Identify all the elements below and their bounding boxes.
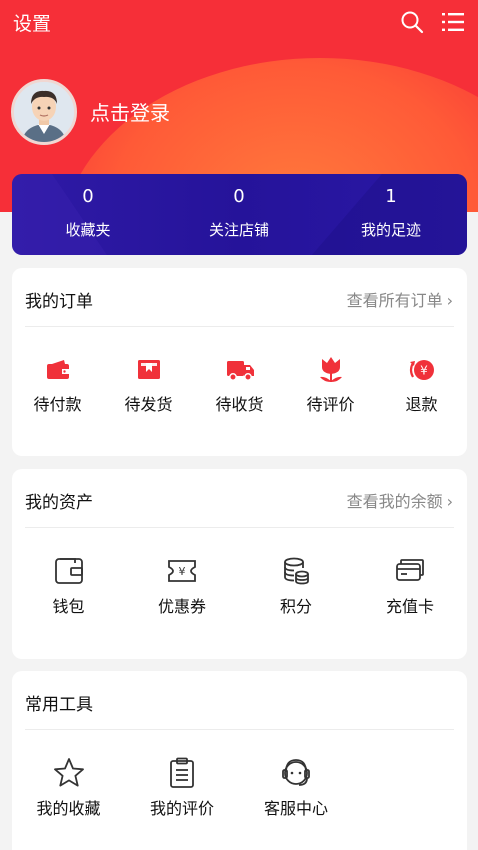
order-pending-receipt[interactable]: 待收货 xyxy=(194,352,285,422)
tool-customer-service[interactable]: 客服中心 xyxy=(239,755,353,831)
card-icon xyxy=(392,553,428,589)
top-bar: 设置 xyxy=(0,0,478,44)
tools-card: 常用工具 我的收藏 我的评价 客服中心 xyxy=(12,671,467,850)
order-pending-review[interactable]: 待评价 xyxy=(285,352,376,422)
stat-footprints[interactable]: 1 我的足迹 xyxy=(315,174,467,255)
wallet-outline-icon xyxy=(51,553,87,589)
tool-my-reviews[interactable]: 我的评价 xyxy=(125,755,239,831)
orders-card: 我的订单 查看所有订单 › 待付款 待发货 待收货 待评价 ¥ 退款 xyxy=(12,268,467,456)
star-icon xyxy=(51,755,87,791)
view-balance-link[interactable]: 查看我的余额 › xyxy=(347,488,453,512)
asset-label: 优惠券 xyxy=(157,597,206,616)
divider xyxy=(25,527,454,528)
tools-title: 常用工具 xyxy=(25,695,93,715)
box-icon xyxy=(131,352,167,388)
stat-value: 0 xyxy=(233,186,245,207)
coupon-icon: ¥ xyxy=(164,553,200,589)
chevron-right-icon: › xyxy=(446,291,453,310)
tool-label: 我的评价 xyxy=(149,799,214,818)
asset-points[interactable]: 积分 xyxy=(239,553,353,629)
wallet-icon xyxy=(40,352,76,388)
stat-value: 0 xyxy=(82,186,94,207)
order-label: 待收货 xyxy=(215,395,264,414)
divider xyxy=(25,326,454,327)
tool-label: 我的收藏 xyxy=(36,799,101,818)
order-label: 待评价 xyxy=(306,395,355,414)
assets-title: 我的资产 xyxy=(25,493,93,513)
tool-my-favorites[interactable]: 我的收藏 xyxy=(12,755,125,831)
coins-icon xyxy=(278,553,314,589)
asset-wallet[interactable]: 钱包 xyxy=(12,553,125,629)
assets-card: 我的资产 查看我的余额 › 钱包 ¥ 优惠券 积分 充值卡 xyxy=(12,469,467,659)
order-label: 退款 xyxy=(405,395,438,414)
tool-label: 客服中心 xyxy=(263,799,328,818)
stat-label: 收藏夹 xyxy=(65,221,111,239)
order-label: 待发货 xyxy=(124,395,173,414)
clipboard-icon xyxy=(164,755,200,791)
order-pending-payment[interactable]: 待付款 xyxy=(12,352,103,422)
refund-icon: ¥ xyxy=(404,352,440,388)
flower-icon xyxy=(313,352,349,388)
asset-recharge-card[interactable]: 充值卡 xyxy=(353,553,467,629)
asset-label: 积分 xyxy=(279,597,312,616)
svg-text:¥: ¥ xyxy=(420,364,428,378)
divider xyxy=(25,729,454,730)
chevron-right-icon: › xyxy=(446,492,453,511)
asset-label: 充值卡 xyxy=(385,597,434,616)
view-balance-label: 查看我的余额 xyxy=(346,492,443,511)
orders-title: 我的订单 xyxy=(25,292,93,312)
svg-text:¥: ¥ xyxy=(179,565,186,578)
view-all-orders-label: 查看所有订单 xyxy=(346,291,443,310)
view-all-orders-link[interactable]: 查看所有订单 › xyxy=(347,287,453,311)
menu-list-icon[interactable] xyxy=(441,10,465,34)
avatar[interactable] xyxy=(11,79,77,145)
search-icon[interactable] xyxy=(400,10,424,34)
stat-favorites[interactable]: 0 收藏夹 xyxy=(12,174,164,255)
truck-icon xyxy=(222,352,258,388)
asset-label: 钱包 xyxy=(52,597,85,616)
order-pending-shipment[interactable]: 待发货 xyxy=(103,352,194,422)
stat-label: 我的足迹 xyxy=(360,221,421,239)
asset-coupon[interactable]: ¥ 优惠券 xyxy=(125,553,239,629)
stats-bar: 0 收藏夹 0 关注店铺 1 我的足迹 xyxy=(12,174,467,255)
stat-followed-shops[interactable]: 0 关注店铺 xyxy=(163,174,315,255)
order-label: 待付款 xyxy=(33,395,82,414)
login-link[interactable]: 点击登录 xyxy=(90,97,170,126)
headset-icon xyxy=(278,755,314,791)
settings-button[interactable]: 设置 xyxy=(13,9,51,36)
order-refund[interactable]: ¥ 退款 xyxy=(376,352,467,422)
stat-value: 1 xyxy=(385,186,397,207)
stat-label: 关注店铺 xyxy=(208,221,269,239)
